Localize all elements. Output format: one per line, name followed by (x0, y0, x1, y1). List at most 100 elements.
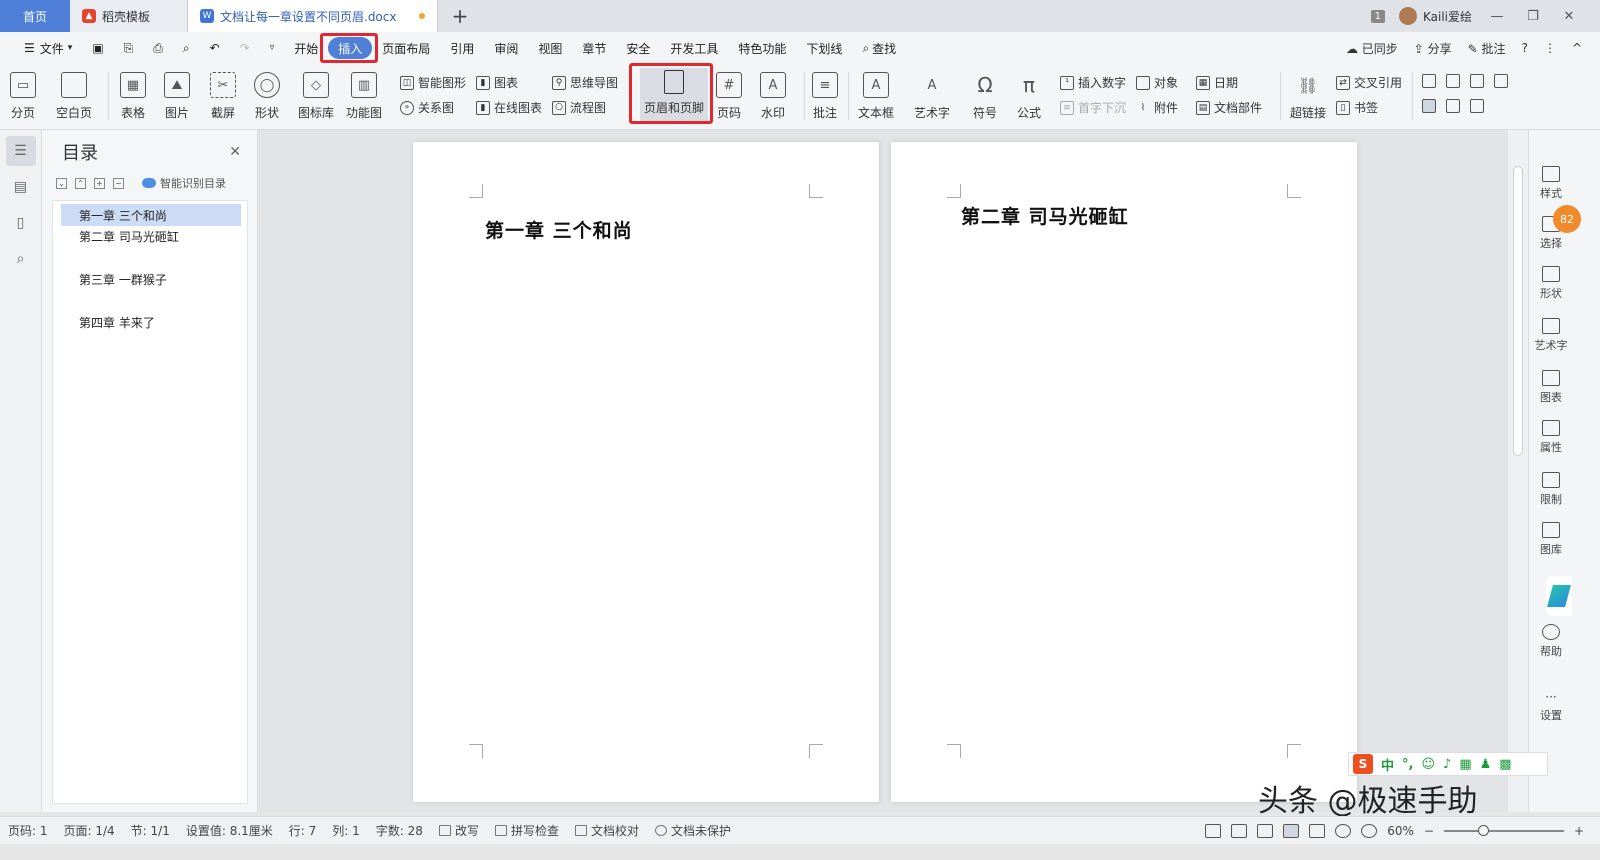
relation-chart-button[interactable]: ⚬ 关系图 (400, 99, 454, 116)
layout-style-6[interactable] (1446, 99, 1464, 113)
expand-all-icon[interactable]: ⌃ (75, 177, 86, 189)
right-restrict-button[interactable]: 限制 (1529, 472, 1573, 507)
menu-view[interactable]: 视图 (528, 37, 572, 59)
doc-parts-button[interactable]: ▤ 文档部件 (1196, 99, 1262, 116)
print-preview-icon[interactable]: ⌕ (173, 37, 200, 59)
shape-button[interactable]: ◯ 形状 (254, 72, 280, 121)
collapse-all-icon[interactable]: ⌄ (56, 177, 67, 189)
microphone-icon[interactable]: ♪ (1443, 757, 1451, 772)
new-tab-button[interactable]: + (438, 0, 482, 32)
right-help-button[interactable]: 帮助 (1529, 624, 1573, 659)
smart-art-button[interactable]: ◫ 智能图形 (400, 74, 466, 91)
layout-style-7[interactable] (1470, 99, 1488, 113)
insert-number-button[interactable]: ¹ 插入数字 (1060, 74, 1126, 91)
layout-style-1[interactable] (1422, 74, 1440, 88)
zoom-in-button[interactable]: + (1574, 824, 1584, 838)
user-account[interactable]: Kaili爱绘 (1398, 7, 1472, 25)
zoom-level[interactable]: 60% (1387, 824, 1414, 838)
icon-library-button[interactable]: ◇ 图标库 (298, 72, 334, 121)
proofread-button[interactable]: 文档校对 (567, 822, 647, 839)
find-nav-icon[interactable]: ⌕ (6, 244, 36, 274)
status-pages[interactable]: 页面: 1/4 (56, 822, 123, 839)
mind-map-button[interactable]: ⚲ 思维导图 (552, 74, 618, 91)
punctuation-icon[interactable]: °, (1402, 757, 1413, 772)
notification-badge[interactable]: 82 (1553, 205, 1581, 233)
status-page[interactable]: 页码: 1 (0, 822, 56, 839)
protection-status[interactable]: 文档未保护 (647, 822, 739, 839)
menu-special[interactable]: 特色功能 (728, 37, 796, 59)
save-icon[interactable]: ▣ (82, 37, 113, 59)
toolbox-icon[interactable]: ▩ (1499, 757, 1511, 772)
print-icon[interactable]: ⎙ (143, 37, 173, 59)
zoom-slider[interactable] (1443, 824, 1564, 836)
right-styles-button[interactable]: 样式 (1529, 166, 1573, 201)
layout-style-5[interactable] (1422, 99, 1440, 113)
right-settings-button[interactable]: ··· 设置 (1529, 690, 1573, 723)
fullscreen-icon[interactable] (1205, 823, 1222, 838)
status-section[interactable]: 节: 1/1 (123, 822, 178, 839)
document-page[interactable]: 第二章 司马光砸缸 (891, 142, 1357, 802)
online-chart-button[interactable]: ▮ 在线图表 (476, 99, 542, 116)
status-col[interactable]: 列: 1 (324, 822, 368, 839)
vertical-scrollbar[interactable] (1508, 130, 1528, 812)
watermark-button[interactable]: A 水印 (760, 72, 786, 121)
layout-style-4[interactable] (1494, 74, 1512, 88)
hyperlink-button[interactable]: ⛓ 超链接 (1290, 72, 1326, 121)
screenshot-button[interactable]: ✂ 截屏 (210, 72, 236, 121)
comment-button[interactable]: ✎ 批注 (1468, 40, 1506, 57)
web-view-icon[interactable] (1335, 823, 1352, 838)
chapter-nav-icon[interactable]: ▤ (6, 172, 36, 202)
blank-page-button[interactable]: 空白页 (56, 72, 92, 121)
redo-icon[interactable]: ↷ (230, 37, 260, 59)
chapter-heading[interactable]: 第二章 司马光砸缸 (961, 202, 1129, 229)
keyboard-icon[interactable]: ▦ (1459, 757, 1471, 772)
collapse-ribbon-button[interactable]: ^ (1572, 41, 1582, 55)
close-button[interactable]: ✕ (1558, 9, 1580, 24)
picture-button[interactable]: ⛰ 图片 (164, 72, 190, 121)
menu-page-layout[interactable]: 页面布局 (372, 37, 440, 59)
menu-security[interactable]: 安全 (616, 37, 660, 59)
outline-item[interactable]: 第四章 羊来了 (61, 311, 241, 333)
menu-references[interactable]: 引用 (440, 37, 484, 59)
right-properties-button[interactable]: 属性 (1529, 420, 1573, 455)
zoom-slider-knob[interactable] (1477, 824, 1489, 836)
document-page[interactable]: 第一章 三个和尚 (413, 142, 879, 802)
scrollbar-thumb[interactable] (1513, 166, 1523, 456)
menu-review[interactable]: 审阅 (484, 37, 528, 59)
table-button[interactable]: ▦ 表格 (120, 72, 146, 121)
undo-icon[interactable]: ↶ (200, 37, 230, 59)
art-text-button[interactable]: A 艺术字 (914, 72, 950, 121)
search-command[interactable]: ⌕ 查找 (852, 37, 906, 59)
quick-access-dropdown-icon[interactable]: ▿ (260, 37, 285, 59)
outline-item[interactable]: 第二章 司马光砸缸 (61, 225, 241, 247)
menu-developer[interactable]: 开发工具 (660, 37, 728, 59)
bookmark-nav-icon[interactable]: ▯ (6, 208, 36, 238)
read-mode-icon[interactable] (1231, 823, 1248, 838)
tab-home[interactable]: 首页 (0, 0, 70, 32)
chapter-heading[interactable]: 第一章 三个和尚 (485, 216, 633, 243)
ime-toolbar[interactable]: S 中 °, ☺ ♪ ▦ ♟ ▩ (1348, 752, 1548, 776)
file-menu[interactable]: ☰ 文件 ▾ (14, 37, 82, 59)
date-button[interactable]: ▦ 日期 (1196, 74, 1238, 91)
outline-nav-icon[interactable]: ☰ (5, 136, 36, 166)
add-level-icon[interactable]: + (94, 177, 105, 189)
page-view-icon[interactable] (1283, 823, 1300, 838)
eye-protection-icon[interactable] (1361, 823, 1378, 838)
status-row[interactable]: 行: 7 (281, 822, 325, 839)
right-chart-button[interactable]: 图表 (1529, 370, 1573, 405)
emoji-icon[interactable]: ☺ (1421, 757, 1435, 772)
right-gallery-button[interactable]: 图库 (1529, 522, 1573, 557)
formula-button[interactable]: π 公式 (1016, 72, 1042, 121)
format-painter-icon[interactable]: ⎘ (114, 37, 144, 59)
menu-underline[interactable]: 下划线 (796, 37, 852, 59)
annotation-button[interactable]: ≡ 批注 (812, 72, 838, 121)
function-chart-button[interactable]: ▥ 功能图 (346, 72, 382, 121)
object-button[interactable]: 对象 (1136, 74, 1178, 91)
right-shape-button[interactable]: 形状 (1529, 266, 1573, 301)
attachment-button[interactable]: ⌇ 附件 (1136, 99, 1178, 116)
unsaved-dot-icon[interactable] (419, 13, 425, 19)
smart-toc-button[interactable]: 智能识别目录 (142, 175, 226, 191)
minimize-button[interactable]: — (1486, 9, 1508, 24)
outline-view-icon[interactable] (1309, 823, 1326, 838)
app-assistant-icon[interactable] (1546, 576, 1572, 616)
